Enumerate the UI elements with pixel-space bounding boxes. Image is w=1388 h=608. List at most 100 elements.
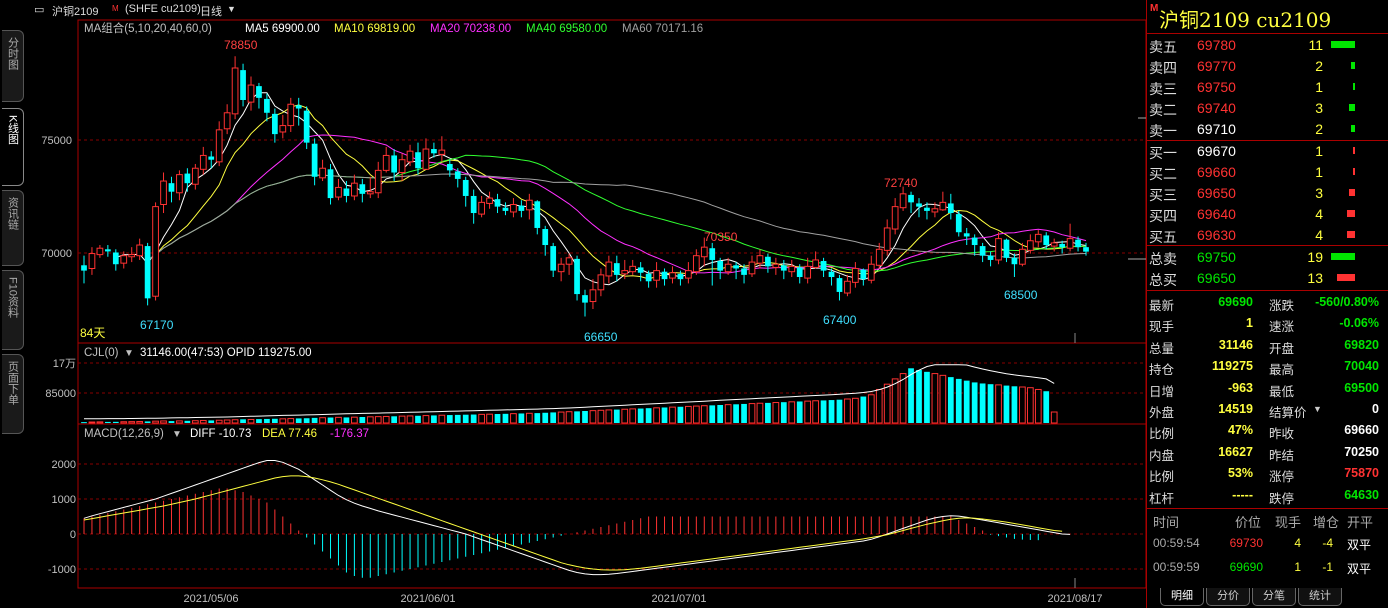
orderbook-bid-row[interactable]: 买二 69660 1 [1147, 161, 1388, 182]
volume-bar [391, 416, 398, 423]
volume-bar [128, 421, 136, 424]
orderbook-ask-row[interactable]: 卖二 69740 3 [1147, 97, 1388, 118]
candle [582, 289, 588, 317]
candle [120, 251, 128, 269]
volume-bar [860, 396, 867, 423]
macd-tick-minus1000: -1000 [48, 564, 76, 576]
candle [772, 257, 780, 275]
chevron-down-icon[interactable]: ▼ [1313, 404, 1322, 414]
orderbook-ask-row[interactable]: 卖五 69780 11 [1147, 34, 1388, 55]
volume-bar [398, 415, 406, 424]
candle-body [223, 112, 231, 130]
candle [589, 279, 597, 310]
orderbook-price: 69650 [1197, 185, 1236, 201]
orderbook-price: 69750 [1197, 79, 1236, 95]
kline-chart-area[interactable]: 75000 70000 MA组合(5,10,20,40,60,0) MA5 69… [0, 0, 1146, 608]
volume-bar [987, 384, 994, 423]
volume-title-chevron-icon[interactable]: ▼ [124, 348, 134, 359]
quote-label: 涨停 [1269, 470, 1295, 485]
candle [733, 262, 739, 280]
orderbook-bid-row[interactable]: 买三 69650 3 [1147, 182, 1388, 203]
volume-bar [168, 421, 175, 423]
orderbook-total-sell[interactable]: 总卖 69750 19 [1147, 246, 1388, 267]
volume-bars [81, 368, 1058, 424]
candle-body [176, 174, 183, 194]
volume-bar [931, 373, 939, 424]
orderbook-ask-row[interactable]: 卖一 69710 2 [1147, 118, 1388, 139]
ma-title: MA组合(5,10,20,40,60,0) [84, 21, 212, 35]
candle [899, 186, 907, 211]
volume-bar [565, 411, 573, 424]
candle-body [812, 259, 819, 268]
candle-body [534, 201, 541, 228]
orderbook-bid-row[interactable]: 买一 69670 1 [1147, 140, 1388, 161]
candle-body [438, 149, 446, 155]
candle-body [836, 278, 843, 292]
tab-tick-by-tick[interactable]: 分笔 [1252, 588, 1296, 606]
volume-bar [788, 401, 796, 424]
volume-bar [677, 406, 684, 423]
orderbook-total-buy[interactable]: 总买 69650 13 [1147, 267, 1388, 288]
quote-label: 日增 [1149, 384, 1175, 399]
candle-body [462, 179, 469, 196]
candle [502, 202, 509, 216]
candle [661, 268, 668, 286]
volume-bar [645, 408, 652, 423]
tab-details[interactable]: 明细 [1160, 588, 1204, 606]
candle [1043, 232, 1050, 250]
macd-title-chevron-icon[interactable]: ▼ [172, 429, 182, 440]
candle-body [359, 184, 366, 194]
volume-bar [557, 411, 565, 424]
candle-body [231, 67, 239, 115]
candle-body [120, 255, 128, 264]
candle-body [88, 253, 96, 269]
volume-bar [327, 417, 334, 423]
volume-bar [875, 388, 883, 424]
quote-label: 昨收 [1269, 427, 1295, 442]
ticks-col-oi: 增仓 [1313, 515, 1340, 530]
quote-right-item: 昨收 69660 [1267, 419, 1385, 442]
ma60-line [147, 173, 1087, 261]
candle [264, 93, 270, 122]
orderbook-volume: 1 [1315, 79, 1323, 95]
volume-bar [144, 421, 151, 423]
volume-bar [136, 421, 144, 424]
orderbook-ask-row[interactable]: 卖三 69750 1 [1147, 76, 1388, 97]
volume-bar [366, 416, 374, 424]
ma10-value: MA10 69819.00 [334, 23, 415, 35]
candle-body [804, 265, 812, 279]
vol-tick-170k: 17万 [53, 358, 76, 370]
orderbook-ask-row[interactable]: 卖四 69770 2 [1147, 55, 1388, 76]
volume-bar [613, 409, 620, 423]
candle-body [924, 207, 930, 211]
ticks-col-type: 开平 [1347, 515, 1374, 530]
volume-bar [963, 380, 970, 423]
volume-bar [215, 419, 223, 424]
quote-value: 75870 [1344, 466, 1379, 481]
volume-bar [223, 419, 231, 424]
orderbook-volume-bar [1347, 210, 1355, 217]
quote-value: 0 [1372, 402, 1379, 416]
tab-statistics[interactable]: 统计 [1298, 588, 1342, 606]
orderbook-bid-row[interactable]: 买四 69640 4 [1147, 203, 1388, 224]
quote-value: -560/0.80% [1315, 295, 1379, 309]
candle [271, 108, 278, 143]
candle-body [343, 188, 350, 196]
candle [669, 266, 676, 284]
candle [287, 97, 295, 132]
orderbook-bid-row[interactable]: 买五 69630 4 [1147, 224, 1388, 245]
candle-body [756, 255, 764, 264]
candle-body [582, 295, 588, 303]
candle [605, 255, 613, 284]
candle [788, 259, 796, 278]
volume-bar [534, 413, 541, 423]
volume-bar [661, 407, 668, 423]
volume-bar [1003, 385, 1010, 423]
candle-body [899, 193, 907, 209]
tab-price-distribution[interactable]: 分价 [1206, 588, 1250, 606]
candle-body [104, 249, 111, 252]
candle-body [939, 201, 947, 211]
quote-label: 内盘 [1149, 448, 1175, 463]
candle-body [454, 171, 461, 179]
candle [1066, 223, 1074, 252]
